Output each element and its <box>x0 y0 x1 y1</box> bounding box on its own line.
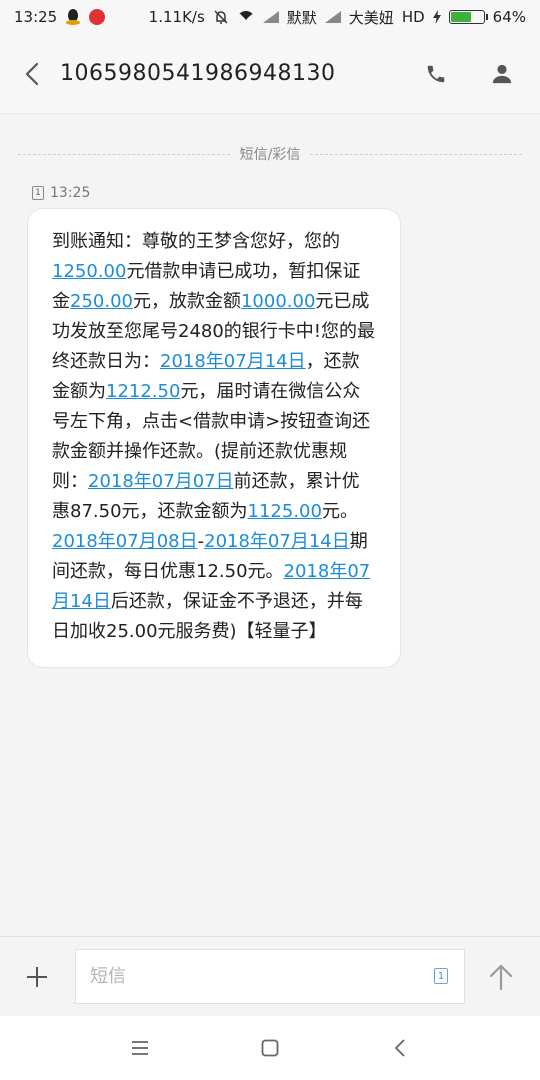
call-button[interactable] <box>416 46 456 102</box>
back-triangle-icon <box>395 1039 405 1057</box>
message-link[interactable]: 2018年07月08日 <box>52 531 198 552</box>
message-text: 元，放款金额 <box>132 291 241 312</box>
battery-percent: 64% <box>492 8 526 26</box>
system-nav-bar <box>0 1016 540 1080</box>
home-button[interactable] <box>245 1023 295 1073</box>
charging-icon <box>432 10 441 24</box>
message-link[interactable]: 2018年07月14日 <box>204 531 350 552</box>
sim-select-icon[interactable]: 1 <box>434 968 448 984</box>
message-text: 元。 <box>321 501 358 522</box>
message-timestamp: 1 13:25 <box>32 185 90 201</box>
add-attachment-button[interactable] <box>14 951 60 1003</box>
menu-button[interactable] <box>115 1023 165 1073</box>
phone-icon <box>427 65 445 83</box>
message-link[interactable]: 2018年07月14日 <box>160 351 306 372</box>
carrier-1: 默默 <box>286 8 317 27</box>
compose-bar: 1 <box>0 936 540 1016</box>
message-type-divider: 短信/彩信 <box>18 144 522 164</box>
message-text: 到账通知：尊敬的王梦含您好，您的 <box>52 231 340 252</box>
arrow-up-icon <box>489 964 513 991</box>
signal-icon-1 <box>262 11 279 23</box>
header-actions <box>416 46 522 102</box>
wifi-icon <box>236 10 255 29</box>
message-bubble[interactable]: 到账通知：尊敬的王梦含您好，您的1250.00元借款申请已成功，暂扣保证金250… <box>27 208 401 668</box>
status-left: 13:25 <box>14 8 106 26</box>
home-square-icon <box>261 1039 279 1057</box>
network-speed: 1.11K/s <box>148 8 205 26</box>
contact-button[interactable] <box>482 46 522 102</box>
sim-card-icon: 1 <box>32 186 44 200</box>
contact-number: 1065980541986948130 <box>60 61 336 86</box>
plus-icon <box>27 967 47 987</box>
send-button[interactable] <box>478 951 524 1003</box>
nav-back-button[interactable] <box>375 1023 425 1073</box>
app-notification-icon <box>89 9 106 25</box>
battery-icon <box>448 10 488 24</box>
message-link[interactable]: 1212.50 <box>106 381 180 402</box>
message-link[interactable]: 2018年07月07日 <box>88 471 234 492</box>
status-right: 1.11K/s 默默 大美妞 HD 64% <box>148 7 526 29</box>
divider-label: 短信/彩信 <box>239 147 301 163</box>
divider-line-right <box>310 153 522 155</box>
message-link[interactable]: 250.00 <box>70 291 133 312</box>
conversation-header: 1065980541986948130 <box>0 34 540 114</box>
timestamp-text: 13:25 <box>50 185 91 201</box>
menu-icon <box>132 1041 148 1055</box>
message-link[interactable]: 1125.00 <box>248 501 322 522</box>
qq-notification-icon <box>65 8 81 26</box>
person-icon <box>492 64 512 84</box>
message-input[interactable] <box>75 949 465 1004</box>
battery-fill <box>450 12 472 22</box>
chevron-left-icon <box>25 62 39 85</box>
divider-line-left <box>18 153 230 155</box>
mute-icon <box>214 10 228 24</box>
conversation-area[interactable]: 短信/彩信 1 13:25 到账通知：尊敬的王梦含您好，您的1250.00元借款… <box>0 114 540 936</box>
carrier-2: 大美妞 <box>348 8 394 27</box>
message-link[interactable]: 1000.00 <box>241 291 315 312</box>
message-link[interactable]: 1250.00 <box>52 261 126 282</box>
hd-label: HD <box>401 8 425 26</box>
signal-icon-2 <box>324 11 341 23</box>
status-bar: 13:25 1.11K/s 默默 大美妞 HD 64% <box>0 0 540 34</box>
status-time: 13:25 <box>14 8 58 26</box>
back-button[interactable] <box>4 46 60 102</box>
